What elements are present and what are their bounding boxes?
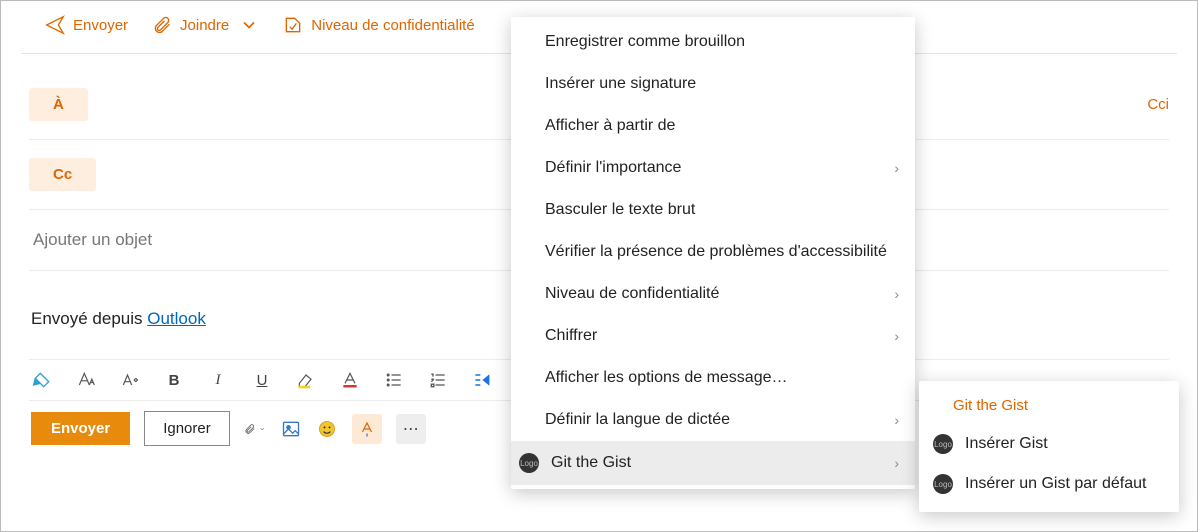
format-painter-icon[interactable] [31,369,53,391]
chevron-right-icon: › [894,455,899,471]
font-color-icon[interactable] [339,369,361,391]
send-top-button[interactable]: Envoyer [45,15,128,35]
addin-logo-icon: Logo [519,453,539,473]
menu-item[interactable]: Chiffrer › [511,315,915,357]
emoji-button[interactable] [316,418,338,440]
menu-item[interactable]: Vérifier la présence de problèmes d'acce… [511,231,915,273]
submenu-item-label: Insérer un Gist par défaut [965,475,1146,493]
menu-item[interactable]: Basculer le texte brut [511,189,915,231]
font-size-icon[interactable] [119,369,141,391]
to-button[interactable]: À [29,88,88,121]
menu-item-label: Définir l'importance [545,159,681,177]
body-prefix: Envoyé depuis [31,309,147,328]
menu-item[interactable]: Insérer une signature [511,63,915,105]
numbered-list-icon[interactable] [427,369,449,391]
attach-bottom-button[interactable] [244,418,266,440]
chevron-right-icon: › [894,412,899,428]
menu-item-label: Vérifier la présence de problèmes d'acce… [545,243,887,261]
menu-item-label: Afficher à partir de [545,117,675,135]
more-options-button[interactable]: ⋯ [396,414,426,444]
menu-item-label: Définir la langue de dictée [545,411,730,429]
menu-item[interactable]: Définir la langue de dictée › [511,399,915,441]
git-the-gist-submenu: Git the Gist Logo Insérer Gist Logo Insérer… [919,381,1179,512]
bulleted-list-icon[interactable] [383,369,405,391]
submenu-title: Git the Gist [919,389,1179,424]
more-options-menu: Enregistrer comme brouillon Insérer une s… [511,17,915,489]
insert-picture-button[interactable] [280,418,302,440]
attach-label: Joindre [180,17,229,34]
menu-item-label: Enregistrer comme brouillon [545,33,745,51]
chevron-right-icon: › [894,160,899,176]
attach-button[interactable]: Joindre [152,15,259,35]
outlook-link[interactable]: Outlook [147,309,206,328]
submenu-item-label: Insérer Gist [965,435,1048,453]
menu-item[interactable]: Niveau de confidentialité › [511,273,915,315]
paperclip-icon [244,420,256,438]
submenu-item[interactable]: Logo Insérer un Gist par défaut [919,464,1179,504]
toggle-format-bar-button[interactable] [352,414,382,444]
discard-button[interactable]: Ignorer [144,411,230,446]
menu-item[interactable]: Afficher les options de message… [511,357,915,399]
bcc-toggle[interactable]: Cci [1147,96,1169,113]
bold-button[interactable]: B [163,369,185,391]
chevron-right-icon: › [894,286,899,302]
sensitivity-icon [283,15,303,35]
font-family-icon[interactable] [75,369,97,391]
confidentiality-button[interactable]: Niveau de confidentialité [283,15,474,35]
outdent-icon[interactable] [471,369,493,391]
submenu-item[interactable]: Logo Insérer Gist [919,424,1179,464]
confidentiality-label: Niveau de confidentialité [311,17,474,34]
addin-logo-icon: Logo [933,474,953,494]
menu-item[interactable]: Afficher à partir de [511,105,915,147]
send-top-label: Envoyer [73,17,128,34]
underline-button[interactable]: U [251,369,273,391]
chevron-right-icon: › [894,328,899,344]
menu-item[interactable]: Définir l'importance › [511,147,915,189]
menu-item-label: Afficher les options de message… [545,369,788,387]
menu-item-label: Niveau de confidentialité [545,285,719,303]
menu-item-label: Chiffrer [545,327,597,345]
menu-item[interactable]: Logo Git the Gist › [511,441,915,485]
menu-item-label: Insérer une signature [545,75,696,93]
cc-button[interactable]: Cc [29,158,96,191]
italic-button[interactable]: I [207,369,229,391]
send-button[interactable]: Envoyer [31,412,130,445]
chevron-down-icon [259,424,265,434]
highlight-icon[interactable] [295,369,317,391]
menu-item-label: Git the Gist [551,454,631,472]
send-icon [45,15,65,35]
paperclip-icon [152,15,172,35]
chevron-down-icon [239,15,259,35]
menu-item-label: Basculer le texte brut [545,201,695,219]
addin-logo-icon: Logo [933,434,953,454]
menu-item[interactable]: Enregistrer comme brouillon [511,21,915,63]
